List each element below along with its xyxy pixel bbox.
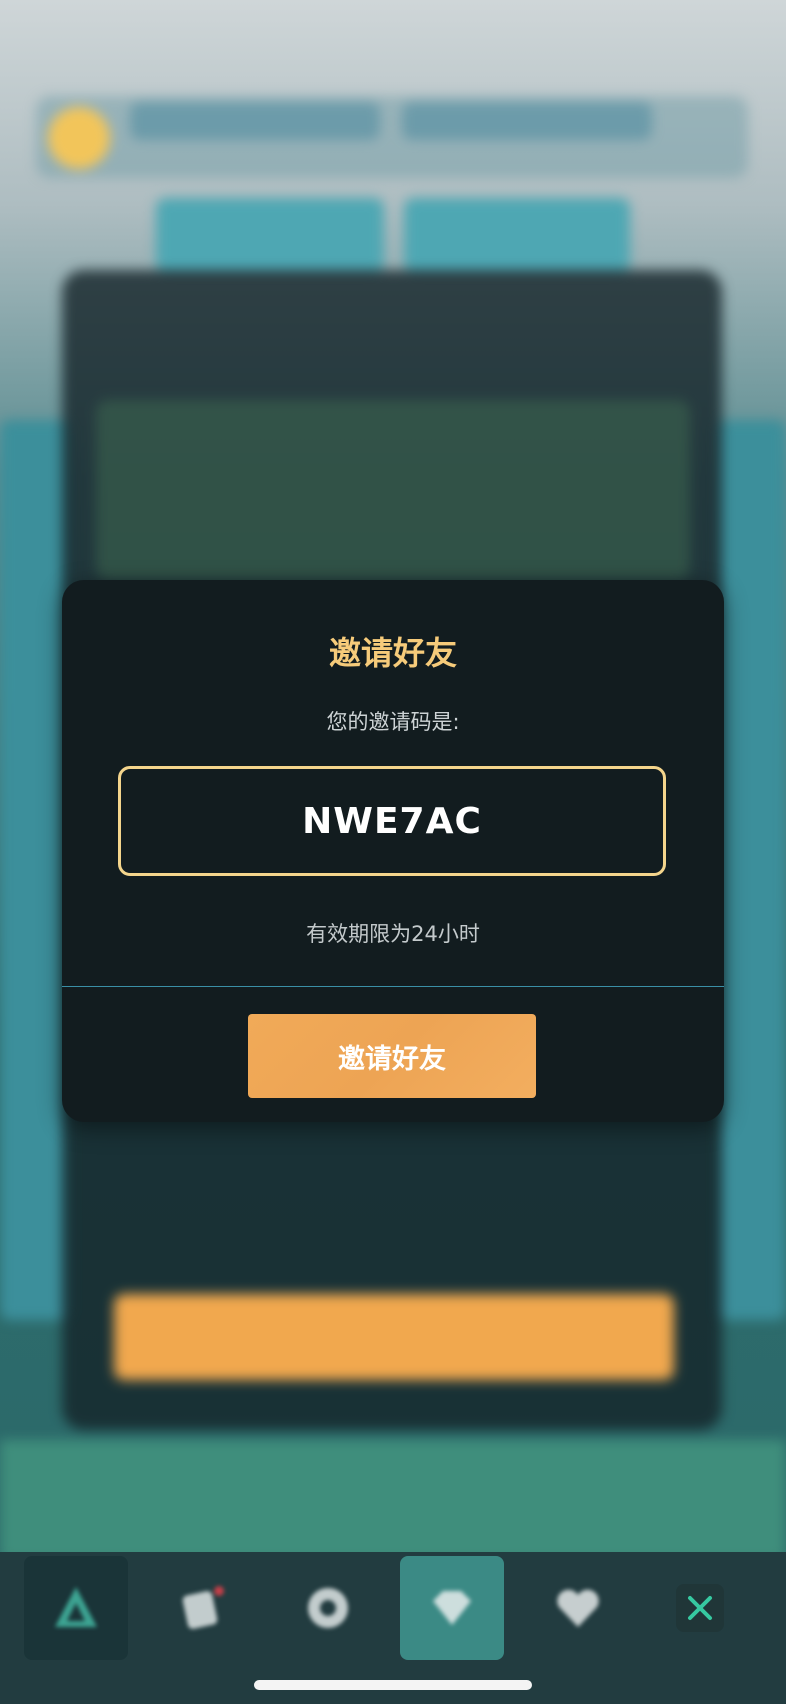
- menu-tile: [156, 198, 384, 272]
- player-avatar: [48, 107, 110, 169]
- invite-modal: 邀请好友 您的邀请码是: NWE7AC 有效期限为24小时 邀请好友: [62, 580, 724, 1122]
- cards-icon: [182, 1586, 224, 1629]
- nav-settings[interactable]: [276, 1556, 380, 1660]
- info-card: [96, 400, 690, 580]
- menu-tile: [404, 198, 630, 272]
- close-button[interactable]: [676, 1584, 724, 1632]
- resource-pill: [130, 102, 380, 140]
- resource-pill: [402, 102, 652, 140]
- nav-heart[interactable]: [526, 1556, 630, 1660]
- background-card: [0, 1440, 786, 1560]
- invite-code-prompt: 您的邀请码是:: [326, 710, 460, 734]
- background-button: [114, 1294, 674, 1380]
- modal-title: 邀请好友: [328, 634, 457, 672]
- validity-note: 有效期限为24小时: [306, 922, 480, 946]
- gear-icon: [308, 1588, 348, 1628]
- home-indicator: [254, 1680, 532, 1690]
- heart-icon: [557, 1589, 599, 1627]
- invite-button-label: 邀请好友: [338, 1043, 446, 1075]
- close-icon: [688, 1596, 712, 1620]
- diamond-icon: [433, 1591, 471, 1625]
- divider: [62, 986, 724, 987]
- invite-code-box[interactable]: NWE7AC: [118, 766, 666, 876]
- nav-diamond[interactable]: [400, 1556, 504, 1660]
- invite-friends-button[interactable]: 邀请好友: [248, 1014, 536, 1098]
- side-panel: [0, 420, 70, 1320]
- nav-cards[interactable]: [150, 1556, 254, 1660]
- side-panel: [718, 420, 786, 1320]
- nav-tree[interactable]: [24, 1556, 128, 1660]
- tree-icon: [55, 1587, 97, 1627]
- invite-code: NWE7AC: [302, 800, 482, 842]
